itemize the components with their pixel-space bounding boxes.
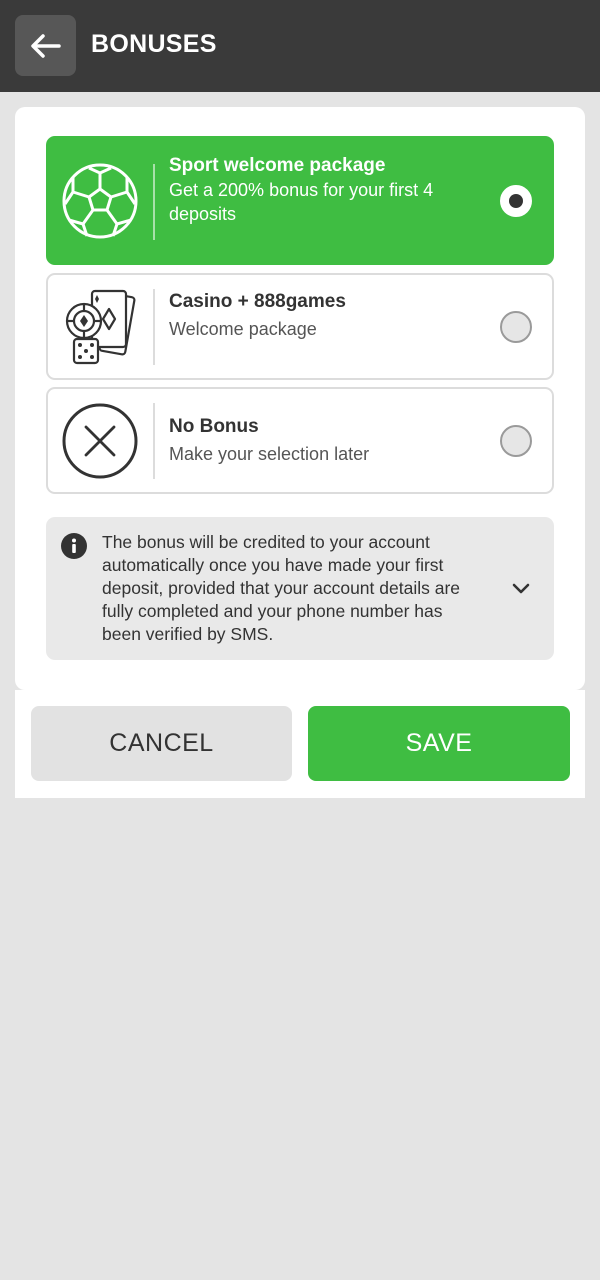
chevron-down-icon[interactable] (510, 577, 532, 599)
back-button[interactable] (15, 15, 76, 76)
save-button[interactable]: SAVE (308, 706, 570, 781)
option-radio[interactable] (500, 424, 532, 457)
bonus-options-panel: Sport welcome package Get a 200% bonus f… (15, 107, 585, 690)
info-icon (61, 533, 87, 559)
option-no-bonus[interactable]: No Bonus Make your selection later (46, 387, 554, 494)
option-radio[interactable] (500, 310, 532, 343)
option-subtitle: Make your selection later (169, 444, 370, 464)
option-sport-welcome[interactable]: Sport welcome package Get a 200% bonus f… (46, 136, 554, 265)
option-text: Sport welcome package Get a 200% bonus f… (169, 154, 469, 226)
option-subtitle: Get a 200% bonus for your first 4 deposi… (169, 180, 434, 224)
option-divider (153, 403, 155, 479)
no-bonus-icon (60, 401, 140, 481)
soccer-ball-icon (60, 161, 140, 241)
app-header: BONUSES (0, 0, 600, 92)
option-subtitle: Welcome package (169, 319, 317, 339)
info-text: The bonus will be credited to your accou… (102, 532, 460, 644)
option-title: No Bonus (169, 416, 259, 437)
page-title: BONUSES (91, 30, 217, 58)
footer-actions: CANCEL SAVE (15, 690, 585, 798)
cancel-button[interactable]: CANCEL (31, 706, 292, 781)
option-title: Casino + 888games (169, 291, 346, 312)
option-casino[interactable]: Casino + 888games Welcome package (46, 273, 554, 380)
arrow-left-icon (30, 33, 61, 58)
option-text: No Bonus Make your selection later (169, 415, 469, 466)
option-divider (153, 289, 155, 365)
option-title: Sport welcome package (169, 155, 386, 176)
bonus-info-box[interactable]: The bonus will be credited to your accou… (46, 517, 554, 660)
option-radio[interactable] (500, 184, 532, 217)
option-divider (153, 164, 155, 240)
option-text: Casino + 888games Welcome package (169, 290, 469, 341)
casino-icon (60, 287, 140, 367)
